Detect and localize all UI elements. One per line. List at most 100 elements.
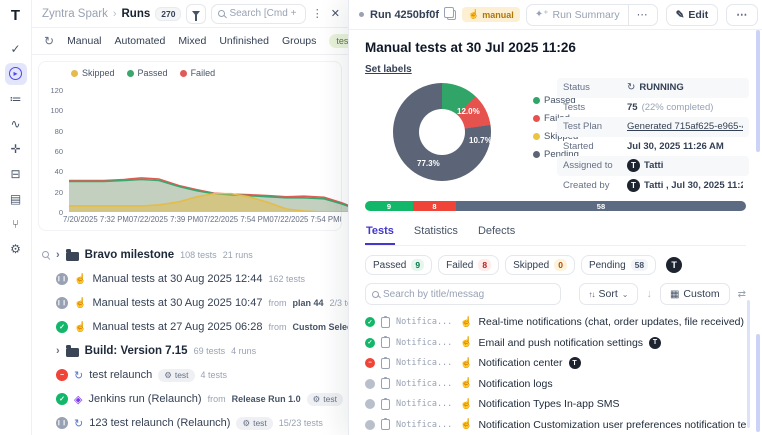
breadcrumb-project[interactable]: Zyntra Spark [42,8,108,20]
download-icon[interactable]: ↓ [646,288,652,300]
tab-groups[interactable]: Groups [282,35,316,47]
runs-more-button[interactable]: ⋮ [311,7,324,20]
report-icon: ▤ [10,192,21,206]
run-title: Manual tests at 27 Aug 2025 06:28 [92,321,262,333]
test-row[interactable]: Notifica... ☝ Notification logs [365,374,746,395]
chevron-right-icon[interactable]: › [56,249,60,261]
run-summary-button[interactable]: ✦⁺Run Summary [527,9,628,21]
filter-sliders-icon[interactable]: ⇄ [738,289,746,300]
test-type-chip: ⚙test [158,369,194,382]
drawer-more-button[interactable]: ⋯ [726,4,758,26]
avatar: T [569,357,581,369]
from-plan[interactable]: Custom Selection [292,322,348,332]
copy-icon[interactable] [447,10,456,20]
tests-list-scrollbar-thumb[interactable] [747,300,750,428]
run-row[interactable]: ❙❙ ☝ Manual tests at 30 Aug 2025 10:47 f… [32,291,348,315]
failed-dot-icon [533,115,540,122]
from-plan[interactable]: plan 44 [292,298,323,308]
test-title: Email and push notification settings [478,337,643,349]
sidebar-item-reports[interactable]: ▤ [5,188,27,210]
pending-status-icon [365,420,375,430]
drawer-scrollbar-thumb[interactable] [756,334,760,432]
runs-list: › Bravo milestone 108 tests 21 runs ❙❙ ☝… [32,243,348,435]
breadcrumb-current[interactable]: Runs [122,8,151,20]
test-row[interactable]: − Notifica... ☝ Notification center T [365,353,746,374]
tests-search-input[interactable] [383,289,554,300]
sidebar-item-settings[interactable]: ⚙ [5,238,27,260]
from-plan[interactable]: Release Run 1.0 [232,394,301,404]
suite-label: Notifica... [396,399,454,409]
jenkins-icon: ◈ [74,393,82,406]
info-row-test-plan: Test Plan Generated 715af625-e965-4a2b [557,117,749,137]
manual-icon: ☝ [74,274,86,285]
failed-status-icon: − [56,369,68,381]
run-row[interactable]: ✓ ◈ Jenkins run (Relaunch) from Release … [32,387,348,411]
runs-search-input[interactable] [229,8,298,19]
tests-toolbar: ↑↓Sort⌄ ↓ ▦Custom ⇄ [365,283,746,305]
sidebar-item-analytics[interactable]: ∿ [5,113,27,135]
clipboard-icon [381,419,390,430]
avatar: T [627,179,640,192]
trend-icon: ∿ [10,117,20,131]
refresh-icon[interactable]: ↻ [44,34,54,48]
runs-panel: Zyntra Spark › Runs 270 ⋮ ✕ ↻ Manual Aut… [32,0,348,435]
run-row[interactable]: − ↻ test relaunch ⚙test 4 tests [32,363,348,387]
tab-defects[interactable]: Defects [477,221,516,245]
passed-status-icon: ✓ [365,338,375,348]
set-labels-link[interactable]: Set labels [365,64,412,75]
from-label: from [268,298,286,308]
runs-search[interactable] [211,4,305,24]
assignee-filter-avatar[interactable]: T [666,257,682,273]
drawer-scrollbar-thumb[interactable] [756,30,760,152]
manual-icon: ☝ [460,399,472,410]
tab-unfinished[interactable]: Unfinished [219,35,269,47]
sidebar-item-runs[interactable]: ▸ [5,63,27,85]
sidebar-item-tasks[interactable]: ✓ [5,38,27,60]
chip-passed[interactable]: Passed9 [365,255,432,275]
manual-icon: ☝ [74,322,86,333]
run-row[interactable]: ❙❙ ☝ Manual tests at 30 Aug 2025 12:44 1… [32,267,348,291]
sort-button[interactable]: ↑↓Sort⌄ [579,283,639,305]
pin-icon[interactable] [42,251,50,259]
sort-icon: ↑↓ [589,290,595,299]
test-row[interactable]: ✓ Notifica... ☝ Real-time notifications … [365,312,746,333]
nav-rail: T ✓ ▸ ≔ ∿ ✛ ⊟ ▤ ⑂ ⚙ [0,0,32,435]
run-row-milestone[interactable]: › Bravo milestone 108 tests 21 runs [32,243,348,267]
clipboard-icon [381,358,390,369]
sidebar-item-pulse[interactable]: ✛ [5,138,27,160]
chip-pending[interactable]: Pending58 [581,255,656,275]
chip-failed[interactable]: Failed8 [438,255,499,275]
results-progress-bar: 9 8 58 [365,201,746,211]
custom-columns-button[interactable]: ▦Custom [660,283,730,305]
test-row[interactable]: Notifica... ☝ Notification Customization… [365,415,746,435]
run-row[interactable]: ✓ ☝ Manual tests at 27 Aug 2025 06:28 fr… [32,315,348,339]
test-row[interactable]: ✓ Notifica... ☝ Email and push notificat… [365,333,746,354]
y-axis-ticks: 020406080100120 [45,82,65,212]
run-summary-more-button[interactable]: ⋯ [629,8,657,21]
manual-icon: ☝ [460,419,472,430]
folder-icon [66,252,79,261]
tab-manual[interactable]: Manual [67,35,101,47]
folder-icon [66,348,79,357]
chevron-right-icon[interactable]: › [56,345,60,357]
tests-search[interactable] [365,283,561,305]
sidebar-item-import[interactable]: ⊟ [5,163,27,185]
tab-tests[interactable]: Tests [365,221,395,245]
filter-button[interactable] [186,4,206,24]
tab-mixed[interactable]: Mixed [178,35,206,47]
tab-automated[interactable]: Automated [115,35,166,47]
manual-icon: ☝ [460,358,472,369]
edit-button[interactable]: ✎Edit [666,4,719,26]
chip-skipped[interactable]: Skipped0 [505,255,575,275]
manual-icon: ☝ [468,9,479,20]
run-row-build-folder[interactable]: › Build: Version 7.15 69 tests 4 runs [32,339,348,363]
test-title: Notification Types In-app SMS [478,398,619,410]
runs-clear-button[interactable]: ✕ [329,7,342,20]
test-row[interactable]: Notifica... ☝ Notification Types In-app … [365,394,746,415]
sidebar-item-branches[interactable]: ⑂ [5,213,27,235]
trend-svg [69,82,359,212]
run-row[interactable]: ❙❙ ↻ 123 test relaunch (Relaunch) ⚙test … [32,411,348,435]
sidebar-item-test-cases[interactable]: ≔ [5,88,27,110]
test-plan-link[interactable]: Generated 715af625-e965-4a2b [627,121,743,132]
tab-statistics[interactable]: Statistics [413,221,459,245]
